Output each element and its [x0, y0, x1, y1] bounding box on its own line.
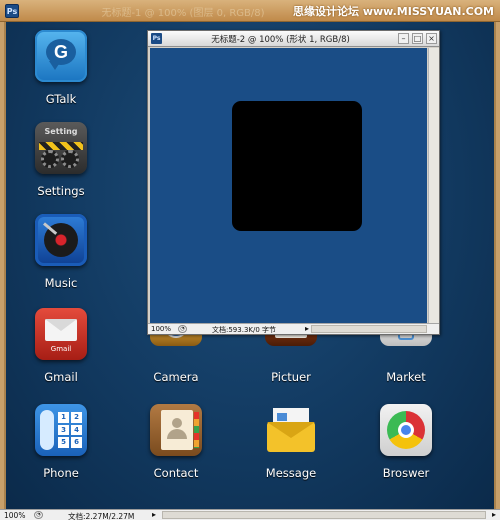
horizontal-scrollbar[interactable]	[162, 511, 486, 519]
photoshop-doc-icon: Ps	[151, 33, 162, 44]
app-gmail[interactable]: Gmail Gmail	[6, 308, 116, 398]
gmail-icon-text: Gmail	[50, 345, 72, 353]
phone-key: 2	[71, 412, 82, 423]
zoom-level[interactable]: 100%	[4, 511, 25, 520]
phone-key: 6	[71, 437, 82, 448]
vertical-scrollbar[interactable]	[428, 48, 439, 324]
document-titlebar[interactable]: Ps 无标题-2 @ 100% (形状 1, RGB/8) – □ ×	[148, 31, 439, 47]
app-label: Music	[44, 276, 78, 290]
minimize-button[interactable]: –	[398, 33, 409, 44]
phone-icon: 1 2 3 4 5 6	[35, 404, 87, 456]
document-status-bar: 100% ◔ 文档:593.3K/0 字节 ▸	[148, 323, 439, 334]
settings-icon: Setting	[35, 122, 87, 174]
horizontal-scrollbar[interactable]	[311, 325, 427, 333]
contact-icon	[150, 404, 202, 456]
status-arrow-icon[interactable]: ▸	[305, 324, 309, 333]
document-title: 无标题-2 @ 100% (形状 1, RGB/8)	[211, 35, 350, 45]
gtalk-icon: G	[35, 30, 87, 82]
app-settings[interactable]: Setting Settings	[6, 122, 116, 212]
scroll-right-arrow-icon[interactable]: ▸	[492, 510, 496, 519]
app-label: Phone	[43, 466, 79, 480]
phone-key: 5	[58, 437, 69, 448]
phone-key: 4	[71, 424, 82, 436]
app-label: Message	[265, 466, 317, 480]
status-menu-icon[interactable]: ◔	[178, 325, 187, 333]
gmail-icon: Gmail	[35, 308, 87, 360]
app-label: Broswer	[382, 466, 430, 480]
app-browser[interactable]: Broswer	[351, 404, 461, 494]
app-label: Camera	[153, 370, 199, 384]
app-label: Settings	[37, 184, 85, 198]
status-arrow-icon[interactable]: ▸	[152, 510, 156, 519]
music-icon	[35, 214, 87, 266]
message-icon	[265, 404, 317, 456]
app-label: Market	[386, 370, 426, 384]
phone-key: 3	[58, 424, 69, 436]
app-label: Pictuer	[271, 370, 311, 384]
watermark-text: 思缘设计论坛 www.MISSYUAN.COM	[292, 5, 494, 18]
status-menu-icon[interactable]: ◔	[34, 511, 43, 519]
settings-icon-text: Setting	[44, 127, 78, 136]
main-status-bar: 100% ◔ 文档:2.27M/2.27M ▸ ▸	[0, 509, 500, 520]
app-label: Gmail	[44, 370, 78, 384]
document-canvas[interactable]	[150, 48, 427, 324]
document-window[interactable]: Ps 无标题-2 @ 100% (形状 1, RGB/8) – □ × 100%…	[147, 30, 440, 335]
document-size-info: 文档:593.3K/0 字节	[212, 326, 277, 334]
photoshop-app-icon: Ps	[5, 4, 19, 18]
maximize-button[interactable]: □	[412, 33, 423, 44]
app-label: Contact	[153, 466, 199, 480]
app-label: GTalk	[45, 92, 77, 106]
rounded-rectangle-shape[interactable]	[232, 101, 362, 231]
document-size-info: 文档:2.27M/2.27M	[68, 512, 135, 520]
phone-key: 1	[58, 412, 69, 423]
app-gtalk[interactable]: G GTalk	[6, 30, 116, 120]
close-button[interactable]: ×	[426, 33, 437, 44]
browser-icon	[380, 404, 432, 456]
app-music[interactable]: Music	[6, 214, 116, 304]
photoshop-titlebar: Ps 无标题-1 @ 100% (图层 0, RGB/8) 思缘设计论坛 www…	[0, 0, 500, 22]
app-contact[interactable]: Contact	[121, 404, 231, 494]
app-phone[interactable]: 1 2 3 4 5 6 Phone	[6, 404, 116, 494]
app-message[interactable]: Message	[236, 404, 346, 494]
zoom-level[interactable]: 100%	[151, 325, 175, 333]
